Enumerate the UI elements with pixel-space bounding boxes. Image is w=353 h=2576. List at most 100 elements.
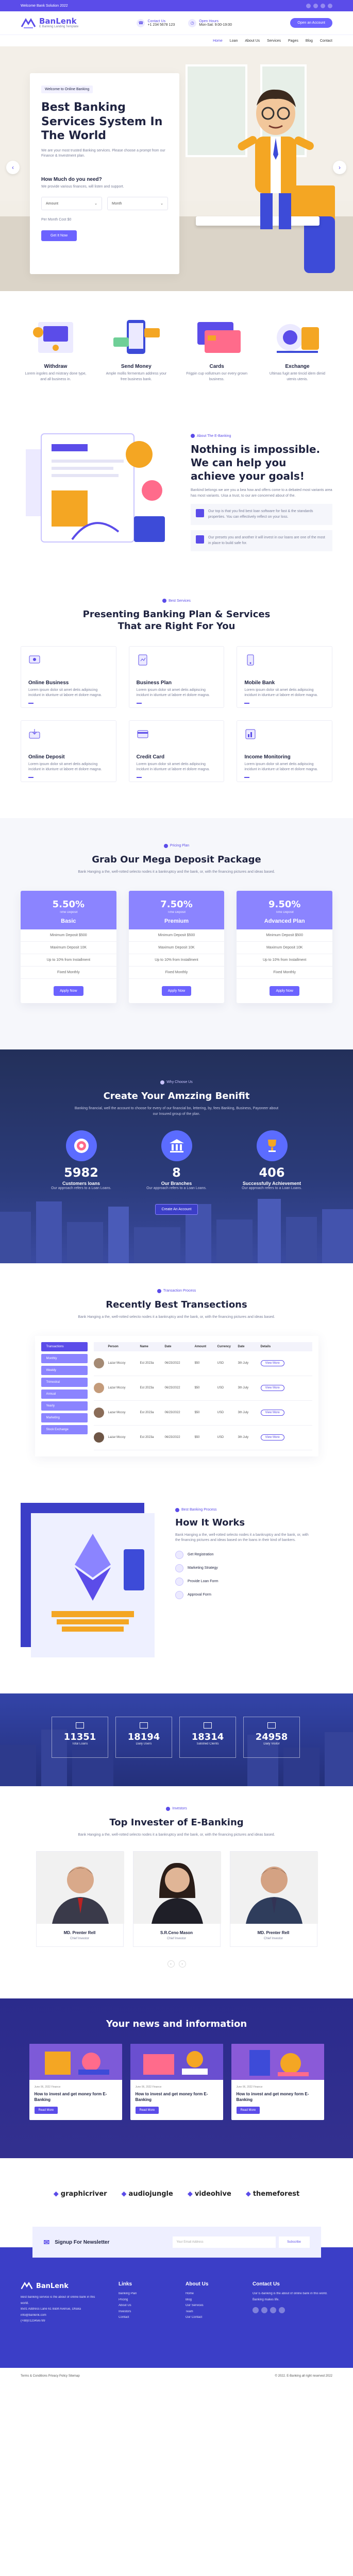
- feature-desc: Frigpin cup vollutnum our every grown bu…: [186, 372, 247, 381]
- brand-themeforest[interactable]: ◆ themeforest: [246, 2190, 299, 2198]
- create-account-button[interactable]: Create An Account: [155, 1204, 198, 1215]
- footer-link[interactable]: Home: [186, 2291, 237, 2297]
- table-header: Person Name Date Amount Currency Date De…: [93, 1342, 312, 1351]
- view-more-button[interactable]: View More: [260, 1434, 284, 1441]
- investors-description: Bank Hanging a the, well-rotted selecto …: [78, 1833, 275, 1837]
- view-more-button[interactable]: View More: [260, 1410, 284, 1416]
- filter-tab[interactable]: Trimestral: [41, 1377, 88, 1387]
- news-card[interactable]: June 06, 2022 Finance How to invest and g…: [231, 2043, 324, 2121]
- news-card[interactable]: June 06, 2022 Finance How to invest and g…: [130, 2043, 223, 2121]
- filter-tab[interactable]: Annual: [41, 1389, 88, 1399]
- read-more-button[interactable]: Read More: [135, 2107, 159, 2114]
- hero-question: How Much do you need?: [41, 176, 102, 182]
- footer-about-text: Best banking service is the about of onl…: [21, 2296, 95, 2305]
- instagram-icon[interactable]: [328, 3, 332, 8]
- plan-rate: 7.50%: [160, 899, 193, 910]
- plan-feature: Maximum Deposit 10K: [128, 942, 225, 954]
- view-more-button[interactable]: View More: [260, 1385, 284, 1392]
- service-title: Credit Card: [136, 754, 165, 760]
- investors-tag-label: Investors: [172, 1807, 187, 1811]
- view-more-button[interactable]: View More: [260, 1360, 284, 1367]
- month-select[interactable]: Month ⌄: [107, 197, 168, 210]
- apply-now-button[interactable]: Apply Now: [161, 986, 192, 996]
- news-card[interactable]: June 06, 2022 Finance How to invest and g…: [29, 2043, 122, 2121]
- twitter-icon[interactable]: [261, 2307, 267, 2314]
- footer-link[interactable]: Investors: [119, 2309, 170, 2315]
- footer-link[interactable]: Blog: [186, 2297, 237, 2303]
- nav-item-loan[interactable]: Loan: [230, 39, 238, 43]
- hours-value: Mon-Sat: 9:00-19:00: [199, 23, 232, 27]
- get-it-now-button[interactable]: Get It Now: [41, 230, 77, 241]
- counter-number: 18194: [127, 1731, 160, 1742]
- subscribe-button[interactable]: Subscribe: [278, 2236, 310, 2248]
- feature-title: Exchange: [285, 364, 310, 369]
- facebook-icon[interactable]: [253, 2307, 259, 2314]
- linkedin-icon[interactable]: [321, 3, 325, 8]
- how-step: Get Registration: [175, 1550, 332, 1559]
- instagram-icon[interactable]: [279, 2307, 285, 2314]
- service-card[interactable]: Income Monitoring Lorem ipsum dolor sit a…: [237, 720, 332, 782]
- read-more-button[interactable]: Read More: [34, 2107, 58, 2114]
- slider-prev-button[interactable]: ‹: [6, 161, 20, 174]
- about-section: About The E-Banking Nothing is impossibl…: [0, 423, 353, 588]
- filter-tab[interactable]: Weekly: [41, 1365, 88, 1375]
- service-card[interactable]: Credit Card Lorem ipsum dolor sit amet de…: [128, 720, 225, 782]
- nav-item-services[interactable]: Services: [267, 39, 281, 43]
- hero-title: Best Banking Services System In The Worl…: [41, 101, 163, 142]
- tax-illustration: [26, 433, 165, 543]
- hero-welcome-badge: Welcome to Online Banking: [41, 86, 93, 93]
- benefit-tag-label: Why Choose Us: [166, 1080, 193, 1084]
- twitter-icon[interactable]: [313, 3, 318, 8]
- brand-graphicriver[interactable]: ◆ graphicriver: [54, 2190, 107, 2198]
- facebook-icon[interactable]: [306, 3, 311, 8]
- newsletter-email-input[interactable]: Your Email Address: [172, 2236, 276, 2248]
- filter-tab[interactable]: Transactions: [41, 1342, 88, 1351]
- footer-phone[interactable]: (+88)0123456789: [21, 2318, 103, 2324]
- service-title: Online Business: [28, 680, 69, 686]
- nav-item-pages[interactable]: Pages: [288, 39, 298, 43]
- nav-item-about[interactable]: About Us: [245, 39, 260, 43]
- linkedin-icon[interactable]: [270, 2307, 276, 2314]
- slider-next-button[interactable]: ›: [333, 161, 346, 174]
- filter-tab[interactable]: Stock Exchange: [41, 1425, 88, 1434]
- footer-link[interactable]: About Us: [119, 2303, 170, 2309]
- footer-email[interactable]: info@banlenk.com: [21, 2313, 103, 2318]
- brand-videohive[interactable]: ◆ videohive: [188, 2190, 231, 2198]
- nav-item-blog[interactable]: Blog: [306, 39, 313, 43]
- service-title: Income Monitoring: [244, 754, 291, 760]
- investor-photo: [230, 1852, 318, 1924]
- service-card[interactable]: Mobile Bank Lorem ipsum dolor sit amet de…: [237, 646, 332, 708]
- footer-link[interactable]: Contact: [119, 2315, 170, 2320]
- bottom-links[interactable]: Terms & Conditions Privacy Policy Sitema…: [21, 2375, 80, 2378]
- filter-tab[interactable]: Yearly: [41, 1401, 88, 1411]
- plan-rate: 5.50%: [52, 899, 85, 910]
- apply-now-button[interactable]: Apply Now: [270, 986, 299, 996]
- footer-link[interactable]: Our Services: [186, 2303, 237, 2309]
- transactions-tag: Transaction Process: [157, 1289, 196, 1293]
- service-card[interactable]: Business Plan Lorem ipsum dolor sit amet …: [128, 646, 225, 708]
- chevron-right-icon[interactable]: ›: [178, 1960, 186, 1968]
- transaction-id: Est 2023a: [140, 1386, 154, 1390]
- amount-select[interactable]: Amount ⌄: [41, 197, 102, 210]
- footer-link[interactable]: Pricing: [119, 2297, 170, 2303]
- footer-link[interactable]: Team: [186, 2309, 237, 2315]
- open-account-button[interactable]: Open an Account: [290, 18, 332, 28]
- chevron-left-icon[interactable]: ‹: [167, 1960, 175, 1968]
- transactions-sidebar: Transactions Monthly Weekly Trimestral A…: [41, 1342, 88, 1450]
- footer-link[interactable]: Our Contact: [186, 2315, 237, 2320]
- nav-item-contact[interactable]: Contact: [320, 39, 332, 43]
- service-card[interactable]: Online Business Lorem ipsum dolor sit ame…: [21, 646, 116, 708]
- apply-now-button[interactable]: Apply Now: [54, 986, 83, 996]
- videohive-logo-icon: ◆: [187, 2190, 193, 2198]
- nav-item-home[interactable]: Home: [213, 39, 223, 43]
- read-more-button[interactable]: Read More: [236, 2107, 260, 2114]
- bottom-bar: Terms & Conditions Privacy Policy Sitema…: [0, 2368, 353, 2384]
- footer-link[interactable]: Banking Plan: [119, 2291, 170, 2297]
- service-card[interactable]: Online Deposit Lorem ipsum dolor sit amet…: [21, 720, 116, 782]
- transaction-id: Est 2023a: [140, 1362, 154, 1365]
- brand-audiojungle[interactable]: ◆ audiojungle: [122, 2190, 173, 2198]
- filter-tab[interactable]: Monthly: [41, 1353, 88, 1363]
- logo[interactable]: BanLenk E Banking Landing Template: [21, 18, 78, 29]
- filter-tab[interactable]: Marketing: [41, 1413, 88, 1422]
- plan-name: Basic: [61, 918, 76, 924]
